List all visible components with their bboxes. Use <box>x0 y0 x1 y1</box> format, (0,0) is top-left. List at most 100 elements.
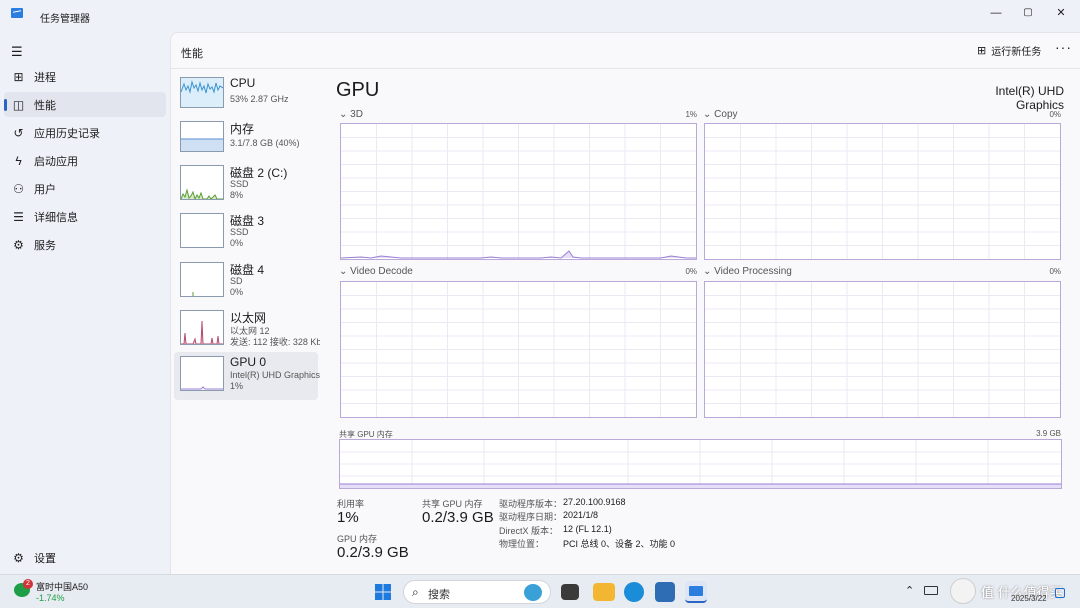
shared-memory-graph <box>339 439 1062 489</box>
task-manager-icon <box>11 8 23 18</box>
engine-name: Copy <box>714 109 738 120</box>
device-detail: SSD <box>230 179 249 189</box>
minimize-button[interactable]: — <box>979 2 1013 24</box>
file-explorer-icon[interactable] <box>593 583 615 601</box>
physical-location-label: 物理位置： <box>499 539 545 549</box>
engine-video-decode-plot <box>341 282 696 417</box>
engine-name: 3D <box>350 109 363 120</box>
notification-badge: 2 <box>23 579 33 589</box>
sidebar-item-app-history[interactable]: ↺ 应用历史记录 <box>4 120 166 145</box>
details-icon: ☰ <box>13 209 24 224</box>
device-detail: 0% <box>230 238 244 248</box>
engine-video-processing-label[interactable]: ⌄ Video Processing <box>703 266 792 277</box>
taskbar: 2 富时中国A50 -1.74% ⌕ 搜索 ⌃ 值 什么值得买 2025/3/2… <box>0 574 1080 608</box>
services-icon: ⚙ <box>13 237 24 252</box>
engine-video-decode-graph <box>340 281 697 418</box>
sidebar-item-label: 进程 <box>34 71 56 84</box>
ethernet-thumbnail <box>180 310 224 345</box>
chevron-down-icon: ⌄ <box>703 266 715 277</box>
engine-3d-pct: 1% <box>685 110 697 119</box>
clock-date[interactable]: 2025/3/22 <box>1011 594 1047 603</box>
device-item-ethernet[interactable]: 以太网 以太网 12 发送: 112 接收: 328 Kbps <box>174 306 320 354</box>
engine-copy-pct: 0% <box>1049 110 1061 119</box>
disk-2-sparkline <box>180 188 223 201</box>
start-button[interactable] <box>372 581 394 603</box>
search-placeholder: 搜索 <box>428 589 450 601</box>
engine-video-processing-pct: 0% <box>1049 267 1061 276</box>
engine-3d-graph <box>340 123 697 260</box>
edge-browser-icon[interactable] <box>624 582 644 602</box>
page-title: 性能 <box>181 48 203 60</box>
sidebar-item-settings[interactable]: ⚙ 设置 <box>4 545 166 570</box>
history-icon: ↺ <box>13 125 24 140</box>
chevron-up-icon[interactable]: ⌃ <box>905 584 914 597</box>
chevron-down-icon: ⌄ <box>339 266 351 277</box>
gpu-thumbnail <box>180 356 224 391</box>
device-detail: 1% <box>230 381 244 391</box>
device-detail: 发送: 112 接收: 328 Kbps <box>230 337 320 347</box>
keyboard-icon[interactable] <box>924 586 938 595</box>
title-bar: 任务管理器 — ▢ ✕ <box>0 0 1080 30</box>
driver-date-label: 驱动程序日期： <box>499 512 563 522</box>
sidebar-item-services[interactable]: ⚙ 服务 <box>4 232 166 257</box>
physical-location-value: PCI 总线 0、设备 2、功能 0 <box>563 539 676 549</box>
sidebar-item-label: 性能 <box>34 99 56 112</box>
watermark-logo <box>950 578 976 604</box>
stock-widget[interactable]: 2 富时中国A50 -1.74% <box>14 579 124 605</box>
microsoft-store-icon[interactable] <box>655 582 675 602</box>
shared-memory-value: 0.2/3.9 GB <box>422 509 494 526</box>
device-detail: 0% <box>230 287 244 297</box>
device-detail: 8% <box>230 190 244 200</box>
processes-icon: ⊞ <box>13 69 24 84</box>
more-options-button[interactable]: ··· <box>1055 39 1072 55</box>
engine-3d-label[interactable]: ⌄ 3D <box>339 109 363 120</box>
directx-version-label: DirectX 版本： <box>499 526 559 536</box>
maximize-button[interactable]: ▢ <box>1011 2 1045 24</box>
sidebar-item-label: 设置 <box>34 552 56 565</box>
disk-3-thumbnail <box>180 213 224 248</box>
notification-icon[interactable] <box>1055 588 1065 598</box>
engine-copy-label[interactable]: ⌄ Copy <box>703 109 738 120</box>
close-button[interactable]: ✕ <box>1044 2 1078 24</box>
device-item-disk-2[interactable]: 磁盘 2 (C:) SSD 8% <box>174 161 318 209</box>
task-manager-taskbar-icon[interactable] <box>685 581 707 603</box>
engine-name: Video Processing <box>714 266 792 277</box>
run-new-task-button[interactable]: ⊞ 运行新任务 <box>977 43 1041 58</box>
engine-copy-plot <box>705 124 1060 259</box>
sidebar-item-details[interactable]: ☰ 详细信息 <box>4 204 166 229</box>
sidebar-item-users[interactable]: ⚇ 用户 <box>4 176 166 201</box>
device-name: CPU <box>230 76 256 90</box>
sidebar-item-label: 启动应用 <box>34 155 78 168</box>
memory-sparkline <box>181 138 223 151</box>
engine-video-processing-graph <box>704 281 1061 418</box>
sidebar-item-startup[interactable]: ϟ 启动应用 <box>4 148 166 173</box>
sidebar: ⊞ 进程 ◫ 性能 ↺ 应用历史记录 ϟ 启动应用 ⚇ 用户 ☰ 详细信息 ⚙ … <box>0 30 170 574</box>
task-view-icon[interactable] <box>561 584 579 600</box>
taskbar-search-box[interactable]: ⌕ 搜索 <box>403 580 551 604</box>
device-name: GPU 0 <box>230 355 267 369</box>
gpu-sparkline <box>181 386 223 390</box>
device-item-gpu-0[interactable]: GPU 0 Intel(R) UHD Graphics 1% <box>174 352 320 400</box>
engine-name: Video Decode <box>350 266 413 277</box>
driver-date-value: 2021/1/8 <box>563 510 599 520</box>
sidebar-item-performance[interactable]: ◫ 性能 <box>4 92 166 117</box>
windows-logo-icon <box>375 584 391 600</box>
gpu-title: GPU <box>336 79 380 101</box>
engine-video-processing-plot <box>705 282 1060 417</box>
cpu-sparkline <box>180 78 224 107</box>
gpu-model: Intel(R) UHD Graphics <box>995 84 1064 112</box>
device-item-memory[interactable]: 内存 3.1/7.8 GB (40%) <box>174 117 318 165</box>
engine-video-decode-label[interactable]: ⌄ Video Decode <box>339 266 413 277</box>
sidebar-item-label: 用户 <box>34 183 56 196</box>
task-manager-icon <box>689 586 703 596</box>
engine-copy-graph <box>704 123 1061 260</box>
stock-change: -1.74% <box>36 593 65 603</box>
engine-3d-plot <box>340 124 696 259</box>
content-header: 性能 ⊞ 运行新任务 ··· <box>171 33 1080 69</box>
device-item-disk-4[interactable]: 磁盘 4 SD 0% <box>174 258 318 306</box>
sidebar-item-processes[interactable]: ⊞ 进程 <box>4 64 166 89</box>
device-item-cpu[interactable]: CPU 53% 2.87 GHz <box>174 73 318 121</box>
sidebar-item-label: 详细信息 <box>34 211 78 224</box>
disk-4-thumbnail <box>180 262 224 297</box>
device-item-disk-3[interactable]: 磁盘 3 SSD 0% <box>174 209 318 257</box>
